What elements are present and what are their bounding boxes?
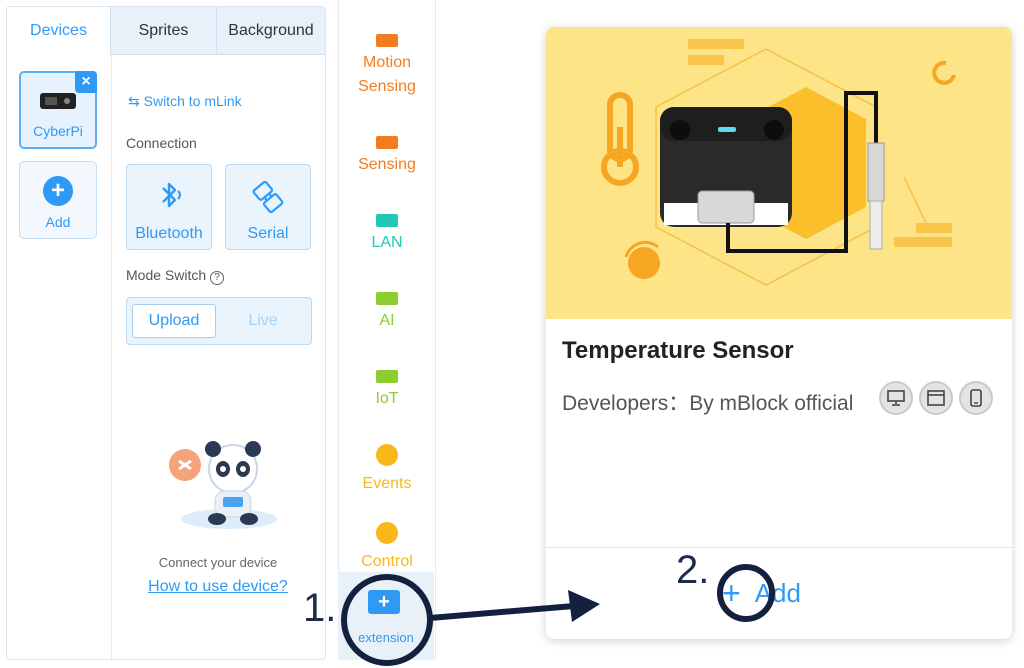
mode-switch: Upload Live bbox=[126, 297, 312, 345]
plus-icon: + bbox=[43, 176, 73, 206]
connection-label: Connection bbox=[126, 135, 197, 151]
bluetooth-label: Bluetooth bbox=[135, 225, 203, 242]
card-divider bbox=[546, 547, 1012, 548]
category-label: AI bbox=[379, 312, 395, 329]
category-color-icon bbox=[376, 444, 398, 466]
close-icon[interactable]: × bbox=[75, 71, 97, 93]
mobile-icon bbox=[959, 381, 993, 415]
category-color-icon bbox=[376, 522, 398, 544]
mode-switch-label: Mode Switch ? bbox=[126, 267, 225, 285]
arrow-icon bbox=[429, 590, 600, 622]
category-color-icon bbox=[376, 214, 398, 227]
category-control[interactable]: Control bbox=[339, 522, 435, 574]
add-device-label: Add bbox=[45, 214, 71, 230]
category-events[interactable]: Events bbox=[339, 444, 435, 496]
step-1-highlight-ring bbox=[341, 574, 433, 666]
category-label: IoT bbox=[375, 390, 399, 407]
device-card-cyberpi[interactable]: × CyberPi bbox=[19, 71, 97, 149]
extension-card-temperature-sensor[interactable]: Temperature Sensor Developers：By mBlock … bbox=[546, 27, 1012, 639]
how-to-use-device-link[interactable]: How to use device? bbox=[111, 578, 325, 596]
mode-switch-text: Mode Switch bbox=[126, 267, 207, 283]
panda-illustration bbox=[169, 441, 277, 529]
category-label: Sensing bbox=[358, 156, 416, 173]
step-2-label: 2. bbox=[676, 548, 710, 592]
bluetooth-icon bbox=[162, 182, 181, 208]
step-1-label: 1. bbox=[303, 586, 337, 630]
step-2-highlight-ring bbox=[717, 564, 775, 622]
category-label: LAN bbox=[371, 234, 403, 251]
connect-hint: Connect your device bbox=[158, 555, 278, 570]
category-color-icon bbox=[376, 34, 398, 47]
bluetooth-button[interactable]: Bluetooth bbox=[126, 164, 212, 250]
extension-hero-image bbox=[546, 27, 1012, 319]
switch-to-mlink-label: Switch to mLink bbox=[143, 93, 242, 109]
usb-cable-icon bbox=[252, 180, 284, 214]
temperature-sensor-illustration bbox=[601, 39, 956, 286]
switch-to-mlink-link[interactable]: ⇆ Switch to mLink bbox=[128, 93, 242, 110]
desktop-icon bbox=[879, 381, 913, 415]
category-iot[interactable]: IoT bbox=[339, 370, 435, 411]
serial-label: Serial bbox=[247, 225, 289, 242]
category-label: Motion bbox=[362, 54, 412, 71]
category-label: Control bbox=[361, 553, 413, 570]
tab-devices[interactable]: Devices bbox=[7, 7, 111, 55]
device-panel: Devices Sprites Background × CyberPi + A… bbox=[6, 6, 326, 660]
serial-button[interactable]: Serial bbox=[225, 164, 311, 250]
category-color-icon bbox=[376, 292, 398, 305]
extension-title: Temperature Sensor bbox=[562, 337, 794, 364]
extension-developers: Developers：By mBlock official bbox=[562, 392, 854, 415]
device-list: × CyberPi + Add bbox=[7, 55, 112, 659]
cyberpi-device-icon bbox=[40, 93, 76, 109]
live-mode-button[interactable]: Live bbox=[221, 304, 305, 338]
category-label: Events bbox=[362, 475, 412, 492]
swap-icon: ⇆ bbox=[128, 93, 144, 109]
category-color-icon bbox=[376, 370, 398, 383]
category-lan[interactable]: LAN bbox=[339, 214, 435, 255]
tab-sprites[interactable]: Sprites bbox=[111, 7, 217, 55]
category-motion-sensing[interactable]: Motion Sensing bbox=[339, 34, 435, 99]
browser-icon bbox=[919, 381, 953, 415]
tab-background[interactable]: Background bbox=[217, 7, 325, 55]
help-circle-icon[interactable]: ? bbox=[210, 271, 225, 285]
category-color-icon bbox=[376, 136, 398, 149]
device-label: CyberPi bbox=[33, 123, 83, 139]
upload-mode-button[interactable]: Upload bbox=[132, 304, 216, 338]
category-label: Sensing bbox=[358, 78, 416, 95]
block-category-list: Motion Sensing Sensing LAN AI IoT Events… bbox=[338, 0, 436, 660]
category-ai[interactable]: AI bbox=[339, 292, 435, 333]
add-device-button[interactable]: + Add bbox=[19, 161, 97, 239]
category-sensing[interactable]: Sensing bbox=[339, 136, 435, 177]
